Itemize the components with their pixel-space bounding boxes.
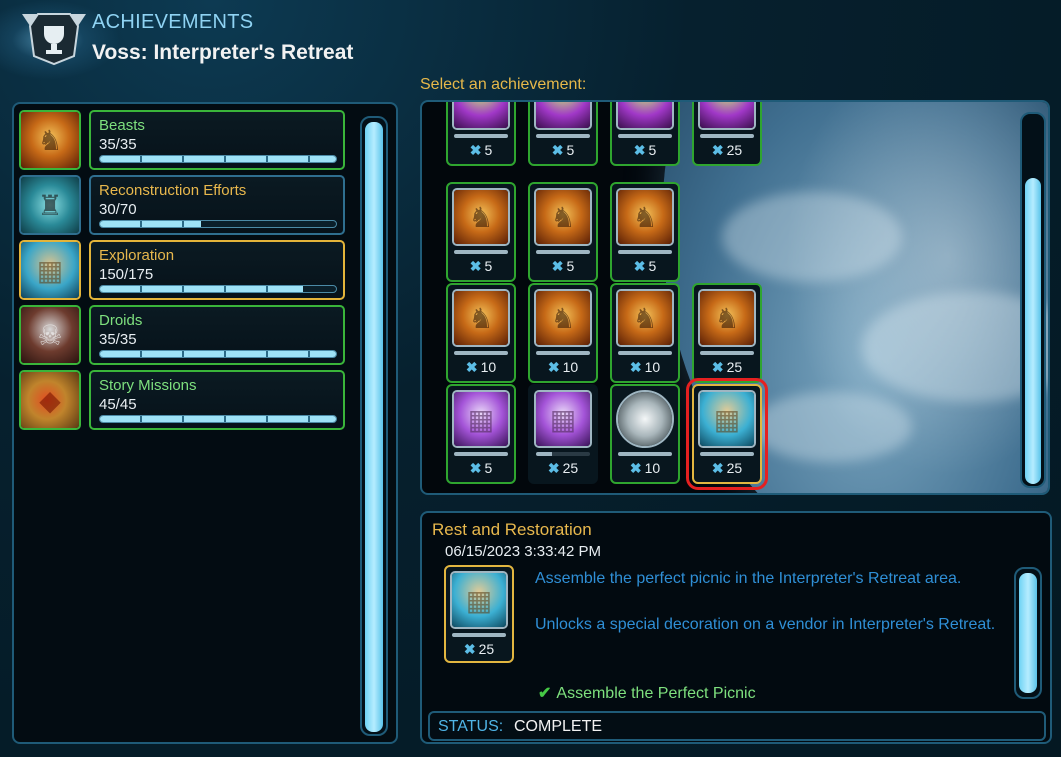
achievement-tile[interactable]: ♞ ✖ 5	[610, 182, 680, 282]
select-prompt: Select an achievement:	[420, 76, 587, 93]
achievement-grid-scrollbar-thumb[interactable]	[1025, 178, 1041, 484]
achievement-points: 10	[644, 460, 661, 476]
category-name: Droids	[99, 312, 143, 329]
points-icon: ✖	[633, 258, 646, 274]
achievement-points: 10	[562, 359, 579, 375]
achievement-tile[interactable]: ♞ ✖ 10	[446, 283, 516, 383]
objective-item: ✔ Assemble the Perfect Picnic	[538, 683, 756, 703]
category-progress-bar	[99, 415, 337, 423]
achievement-points: 5	[648, 142, 657, 158]
trophy-icon	[14, 4, 94, 70]
points-icon: ✖	[469, 142, 482, 158]
points-icon: ✖	[551, 258, 564, 274]
category-scrollbar-thumb[interactable]	[365, 122, 383, 732]
category-progress-bar	[99, 155, 337, 163]
points-icon: ✖	[469, 460, 482, 476]
points-icon: ✖	[711, 142, 724, 158]
checkmark-icon: ✔	[538, 685, 552, 702]
achievement-tile[interactable]: ♞ ✖ 5	[446, 182, 516, 282]
achievement-tile[interactable]: ✖ 5	[610, 102, 680, 166]
achievement-title: Rest and Restoration	[432, 520, 592, 539]
detail-scrollbar[interactable]	[1014, 567, 1042, 699]
achievement-points: 10	[644, 359, 661, 375]
category-scrollbar[interactable]	[360, 116, 388, 736]
achievement-points: 25	[726, 359, 743, 375]
achievement-points: 5	[648, 258, 657, 274]
status-bar: STATUS: COMPLETE	[428, 711, 1046, 741]
description-text: Assemble the perfect picnic in the Inter…	[535, 570, 962, 587]
status-label: STATUS:	[438, 718, 504, 735]
achievement-points: 5	[566, 142, 575, 158]
category-progress: 30/70	[99, 201, 137, 218]
map-pedestal-icon: ▦	[19, 240, 81, 300]
story-emblem-icon: ◆	[19, 370, 81, 430]
achievement-detail-panel: Rest and Restoration 06/15/2023 3:33:42 …	[420, 511, 1052, 744]
category-progress: 35/35	[99, 136, 137, 153]
achievement-points: 25	[562, 460, 579, 476]
achievement-grid-scrollbar[interactable]	[1020, 112, 1046, 488]
points-icon: ✖	[629, 359, 642, 375]
category-reconstruction-efforts[interactable]: ♜ Reconstruction Efforts 30/70	[19, 175, 349, 235]
status-value: COMPLETE	[514, 718, 603, 735]
achievement-tile[interactable]: ♞ ✖ 10	[528, 283, 598, 383]
category-name: Story Missions	[99, 377, 197, 394]
achievement-grid-panel: ✖ 5 ✖ 5 ✖ 5 ✖ 25 ♞ ✖ 5 ♞ ✖ 5 ♞ ✖ 5 ♞ ✖ 10 ♞ ✖ 10 …	[420, 100, 1050, 495]
achievement-date: 06/15/2023 3:33:42 PM	[445, 543, 601, 560]
points-icon: ✖	[629, 460, 642, 476]
achievement-points: 25	[478, 641, 495, 657]
category-progress: 45/45	[99, 396, 137, 413]
category-progress: 150/175	[99, 266, 154, 283]
category-name: Exploration	[99, 247, 175, 264]
achievement-description: Assemble the perfect picnic in the Inter…	[535, 567, 1005, 659]
achievement-tile[interactable]: ▦ ✖ 5	[446, 384, 516, 484]
points-icon: ✖	[547, 359, 560, 375]
achievement-tile-selected[interactable]: ▦ ✖ 25	[686, 378, 768, 490]
page-subtitle: Voss: Interpreter's Retreat	[92, 41, 354, 64]
category-beasts[interactable]: ♞ Beasts 35/35	[19, 110, 349, 170]
points-icon: ✖	[469, 258, 482, 274]
category-progress-bar	[99, 350, 337, 358]
category-list-panel: ♞ Beasts 35/35 ♜ Reconstruction Efforts …	[12, 102, 398, 744]
points-icon: ✖	[711, 359, 724, 375]
category-exploration[interactable]: ▦ Exploration 150/175	[19, 240, 349, 300]
points-icon: ✖	[711, 460, 724, 476]
achievement-tile[interactable]: ♞ ✖ 10	[610, 283, 680, 383]
achievement-points: 25	[726, 460, 743, 476]
category-name: Beasts	[99, 117, 145, 134]
droid-statue-icon: ♜	[19, 175, 81, 235]
achievement-points: 10	[480, 359, 497, 375]
achievement-tile[interactable]: ✖ 5	[446, 102, 516, 166]
category-progress-bar	[99, 220, 337, 228]
beast-statue-icon: ♞	[19, 110, 81, 170]
points-icon: ✖	[547, 460, 560, 476]
category-progress: 35/35	[99, 331, 137, 348]
achievement-detail-tile: ▦ ✖ 25	[444, 565, 514, 663]
achievement-points: 5	[566, 258, 575, 274]
achievement-tile[interactable]: ♞ ✖ 25	[692, 283, 762, 383]
description-reward-text: Unlocks a special decoration on a vendor…	[535, 616, 996, 633]
points-icon: ✖	[465, 359, 478, 375]
page-title: ACHIEVEMENTS	[92, 11, 254, 33]
points-icon: ✖	[633, 142, 646, 158]
objective-text: Assemble the Perfect Picnic	[556, 685, 756, 702]
category-droids[interactable]: ☠ Droids 35/35	[19, 305, 349, 365]
achievement-tile[interactable]: ♞ ✖ 5	[528, 182, 598, 282]
achievement-tile[interactable]: ✖ 10	[610, 384, 680, 484]
achievement-tile[interactable]: ✖ 5	[528, 102, 598, 166]
achievement-tile[interactable]: ✖ 25	[692, 102, 762, 166]
achievement-points: 5	[484, 258, 493, 274]
category-name: Reconstruction Efforts	[99, 182, 247, 199]
achievement-points: 5	[484, 142, 493, 158]
detail-scrollbar-thumb[interactable]	[1019, 573, 1037, 693]
achievement-points: 5	[484, 460, 493, 476]
points-icon: ✖	[551, 142, 564, 158]
achievement-points: 25	[726, 142, 743, 158]
points-icon: ✖	[463, 641, 476, 657]
droid-icon: ☠	[19, 305, 81, 365]
category-story-missions[interactable]: ◆ Story Missions 45/45	[19, 370, 349, 430]
achievement-tile[interactable]: ▦ ✖ 25	[528, 384, 598, 484]
category-progress-bar	[99, 285, 337, 293]
